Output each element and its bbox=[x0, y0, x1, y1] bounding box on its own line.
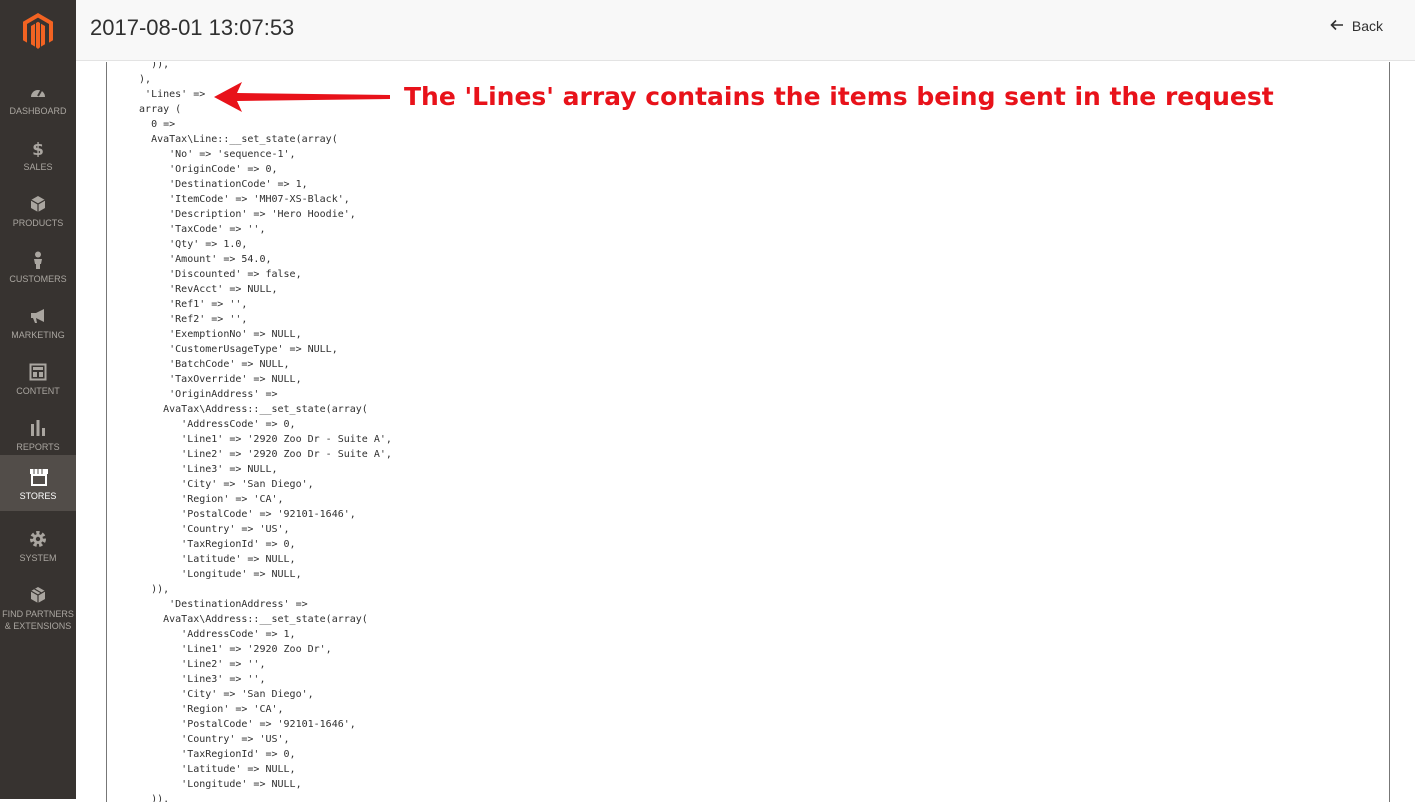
sidebar-item-dashboard[interactable]: DASHBOARD bbox=[0, 70, 76, 126]
back-button[interactable]: Back bbox=[1330, 18, 1383, 34]
box-icon bbox=[29, 586, 47, 604]
sidebar-item-label: STORES bbox=[19, 491, 57, 501]
dollar-icon: $ bbox=[29, 139, 47, 157]
sidebar-item-customers[interactable]: CUSTOMERS bbox=[0, 238, 76, 294]
person-icon bbox=[29, 251, 47, 269]
sidebar-item-label: REPORTS bbox=[16, 442, 60, 452]
page-header: 2017-08-01 13:07:53 Back bbox=[76, 0, 1415, 61]
sidebar-item-reports[interactable]: REPORTS bbox=[0, 406, 76, 462]
cube-icon bbox=[29, 195, 47, 213]
sidebar-item-label: SALES bbox=[23, 162, 53, 172]
sidebar-item-stores[interactable]: STORES bbox=[0, 455, 76, 511]
sidebar-item-system[interactable]: SYSTEM bbox=[0, 517, 76, 573]
bar-chart-icon bbox=[29, 419, 47, 437]
sidebar-item-label: SYSTEM bbox=[19, 553, 57, 563]
sidebar-item-label: CONTENT bbox=[16, 386, 60, 396]
sidebar-item-marketing[interactable]: MARKETING bbox=[0, 294, 76, 350]
megaphone-icon bbox=[29, 307, 47, 325]
sidebar-item-label: DASHBOARD bbox=[9, 106, 67, 116]
page-title: 2017-08-01 13:07:53 bbox=[90, 15, 295, 40]
arrow-left-icon bbox=[1330, 18, 1344, 34]
sidebar-item-label: MARKETING bbox=[11, 330, 65, 340]
dashboard-icon bbox=[29, 83, 47, 101]
sidebar-item-label: CUSTOMERS bbox=[9, 274, 67, 284]
request-dump-code: )), ), 'Lines' => array ( 0 => AvaTax\Li… bbox=[139, 62, 392, 802]
annotation-arrow-icon bbox=[214, 82, 390, 112]
sidebar-item-sales[interactable]: $ SALES bbox=[0, 126, 76, 182]
admin-sidebar: DASHBOARD $ SALES PRODUCTS CUSTOMERS MAR… bbox=[0, 0, 76, 799]
storefront-icon bbox=[29, 468, 48, 486]
layout-icon bbox=[29, 363, 47, 381]
back-label: Back bbox=[1351, 18, 1383, 34]
svg-text:$: $ bbox=[32, 140, 44, 157]
request-log-frame: )), ), 'Lines' => array ( 0 => AvaTax\Li… bbox=[106, 62, 1390, 802]
gear-icon bbox=[29, 530, 47, 548]
sidebar-item-find-partners[interactable]: FIND PARTNERS & EXTENSIONS bbox=[0, 573, 76, 631]
sidebar-item-label: FIND PARTNERS & EXTENSIONS bbox=[2, 609, 74, 631]
sidebar-item-products[interactable]: PRODUCTS bbox=[0, 182, 76, 238]
magento-logo-icon[interactable] bbox=[0, 0, 76, 62]
sidebar-item-content[interactable]: CONTENT bbox=[0, 350, 76, 406]
annotation-text: The 'Lines' array contains the items bei… bbox=[404, 82, 1274, 111]
sidebar-item-label: PRODUCTS bbox=[12, 218, 64, 228]
